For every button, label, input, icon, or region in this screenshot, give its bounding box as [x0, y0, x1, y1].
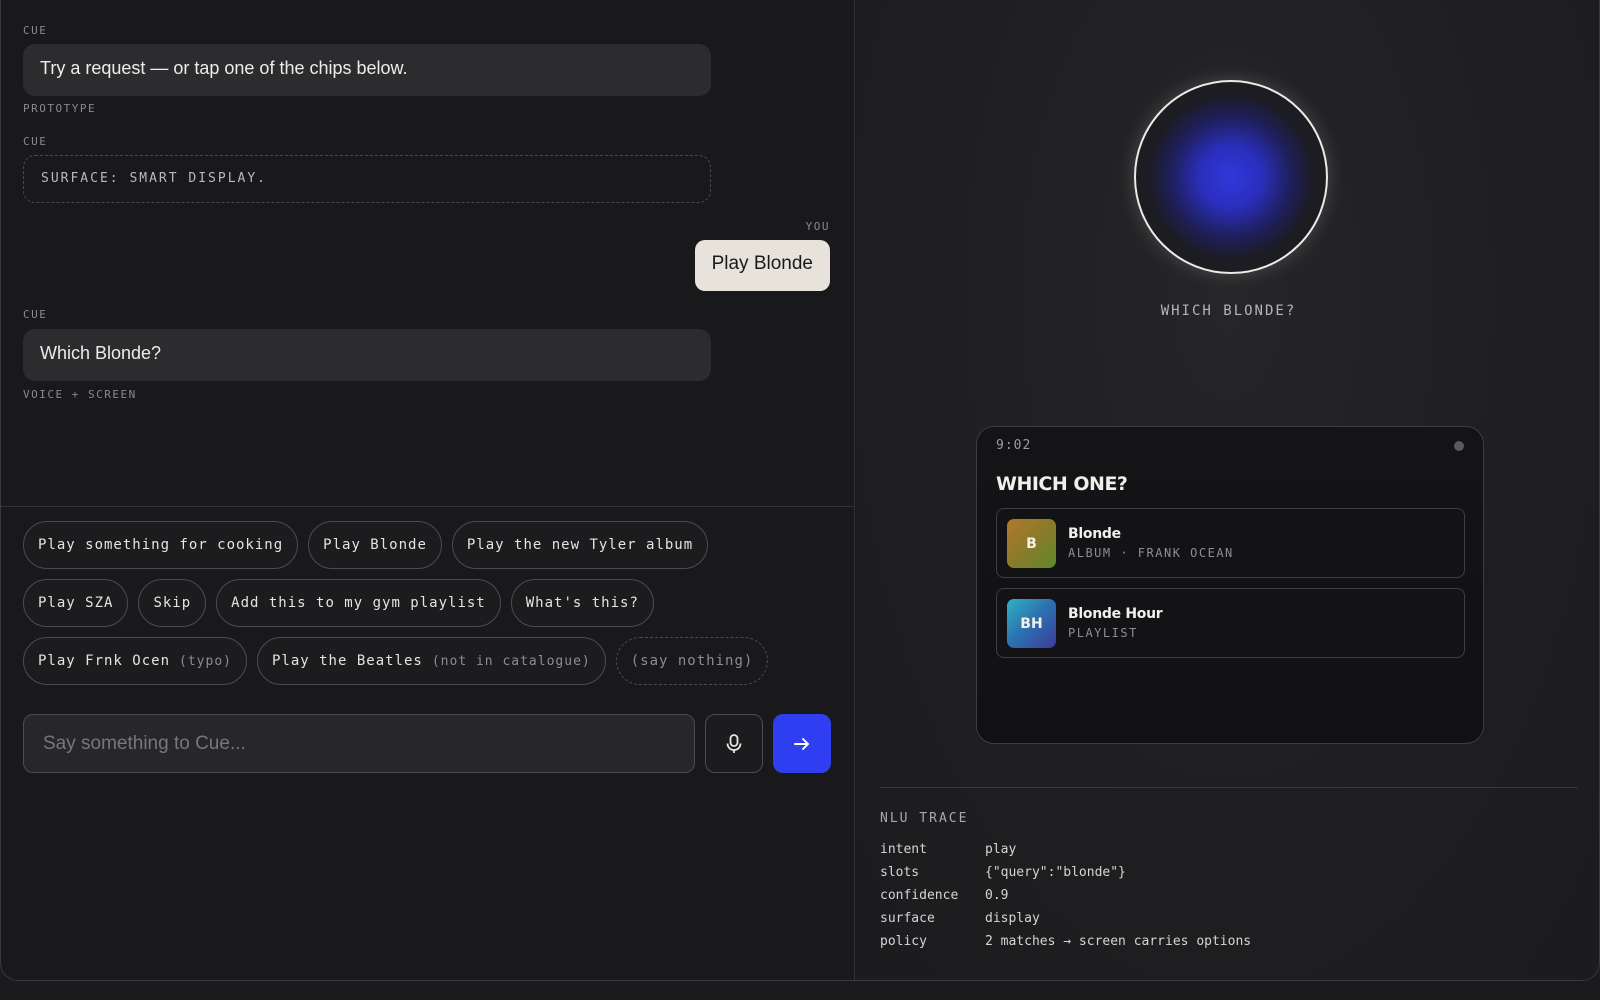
- chip-skip[interactable]: Skip: [138, 579, 207, 627]
- divider: [880, 787, 1578, 788]
- trace-value: play: [985, 842, 1017, 857]
- trace-row: intent play: [880, 842, 1251, 865]
- chip-label: Play something for cooking: [38, 537, 284, 553]
- chip-say-nothing[interactable]: (say nothing): [615, 637, 769, 685]
- option-blonde[interactable]: B Blonde Album · Frank Ocean: [996, 508, 1465, 578]
- trace-key: slots: [880, 865, 920, 880]
- speaker-label-cue: Cue: [23, 135, 48, 148]
- chip-play-blonde[interactable]: Play Blonde: [308, 521, 442, 569]
- chip-whats-this[interactable]: What's this?: [510, 579, 654, 627]
- cue-message: Which Blonde?: [23, 329, 711, 381]
- chip-label: Play Frnk Ocen: [38, 653, 171, 669]
- chip-play-sza[interactable]: Play SZA: [23, 579, 129, 627]
- trace-value: display: [985, 911, 1040, 926]
- suggestion-chips: Play something for cooking Play Blonde P…: [23, 521, 843, 695]
- composer: [23, 714, 833, 774]
- trace-value: 2 matches → screen carries options: [985, 934, 1252, 949]
- trace-row: confidence 0.9: [880, 888, 1251, 911]
- chip-hint: (not in catalogue): [431, 653, 591, 669]
- chip-label: Add this to my gym playlist: [231, 595, 486, 611]
- option-title: Blonde: [1068, 526, 1121, 542]
- trace-row: slots {"query":"blonde"}: [880, 865, 1251, 888]
- chip-label: Play the Beatles: [271, 653, 423, 669]
- smart-display-screen: 9:02 WHICH ONE? B Blonde Album · Frank O…: [976, 426, 1484, 744]
- playlist-art: BH: [1007, 599, 1056, 648]
- trace-key: surface: [880, 911, 935, 926]
- chip-label: Skip: [153, 595, 192, 611]
- chip-label: Play the new Tyler album: [466, 537, 694, 553]
- system-message: Surface: Smart display.: [23, 155, 711, 203]
- trace-row: surface display: [880, 911, 1251, 934]
- option-subtitle: Playlist: [1068, 626, 1138, 640]
- speaker-label-cue: Cue: [23, 308, 48, 321]
- chip-play-the-beatles[interactable]: Play the Beatles (not in catalogue): [256, 637, 606, 685]
- assistant-orb: [1134, 80, 1328, 274]
- trace-value: {"query":"blonde"}: [985, 865, 1126, 880]
- chip-label: Play SZA: [38, 595, 114, 611]
- chip-add-to-gym-playlist[interactable]: Add this to my gym playlist: [216, 579, 501, 627]
- surface-panel: Which Blonde? 9:02 WHICH ONE? B Blonde A…: [856, 0, 1599, 980]
- nlu-trace-table: intent play slots {"query":"blonde"} confi…: [880, 842, 1251, 957]
- cue-message: Try a request — or tap one of the chips …: [23, 44, 711, 96]
- message-tag: Prototype: [23, 102, 97, 115]
- trace-row: policy 2 matches → screen carries options: [880, 934, 1251, 957]
- chip-label: (say nothing): [630, 653, 754, 669]
- device-title: WHICH ONE?: [996, 473, 1128, 495]
- app-frame: Cue Try a request — or tap one of the ch…: [0, 0, 1600, 981]
- microphone-icon: [726, 733, 742, 753]
- chip-row: Play Frnk Ocen (typo) Play the Beatles (no…: [23, 637, 843, 685]
- chip-play-new-tyler-album[interactable]: Play the new Tyler album: [451, 521, 709, 569]
- message-tag: Voice + screen: [23, 388, 137, 401]
- trace-key: policy: [880, 934, 927, 949]
- album-art: B: [1007, 519, 1056, 568]
- speaker-label-you: You: [805, 220, 830, 233]
- trace-value: 0.9: [985, 888, 1009, 903]
- trace-key: intent: [880, 842, 927, 857]
- option-title: Blonde Hour: [1068, 606, 1163, 622]
- arrow-right-icon: [794, 737, 809, 750]
- conversation-panel: Cue Try a request — or tap one of the ch…: [1, 0, 855, 980]
- chip-play-frnk-ocen[interactable]: Play Frnk Ocen (typo): [23, 637, 247, 685]
- device-clock: 9:02: [996, 438, 1032, 453]
- option-subtitle: Album · Frank Ocean: [1068, 546, 1234, 560]
- chip-hint: (typo): [179, 653, 232, 669]
- send-button[interactable]: [773, 714, 831, 773]
- chip-label: Play Blonde: [323, 537, 427, 553]
- message-input[interactable]: [23, 714, 695, 773]
- chip-row: Play something for cooking Play Blonde P…: [23, 521, 843, 569]
- user-message: Play Blonde: [694, 240, 830, 291]
- camera-dot-icon: [1454, 441, 1464, 451]
- divider: [1, 506, 855, 507]
- orb-caption: Which Blonde?: [1160, 303, 1297, 319]
- chip-row: Play SZA Skip Add this to my gym playlis…: [23, 579, 843, 627]
- trace-key: confidence: [880, 888, 959, 903]
- nlu-trace-title: NLU TRACE: [880, 811, 969, 826]
- option-blonde-hour[interactable]: BH Blonde Hour Playlist: [996, 588, 1465, 658]
- speaker-label-cue: Cue: [23, 24, 48, 37]
- mic-button[interactable]: [705, 714, 763, 773]
- chip-play-something-for-cooking[interactable]: Play something for cooking: [23, 521, 299, 569]
- chip-label: What's this?: [525, 595, 639, 611]
